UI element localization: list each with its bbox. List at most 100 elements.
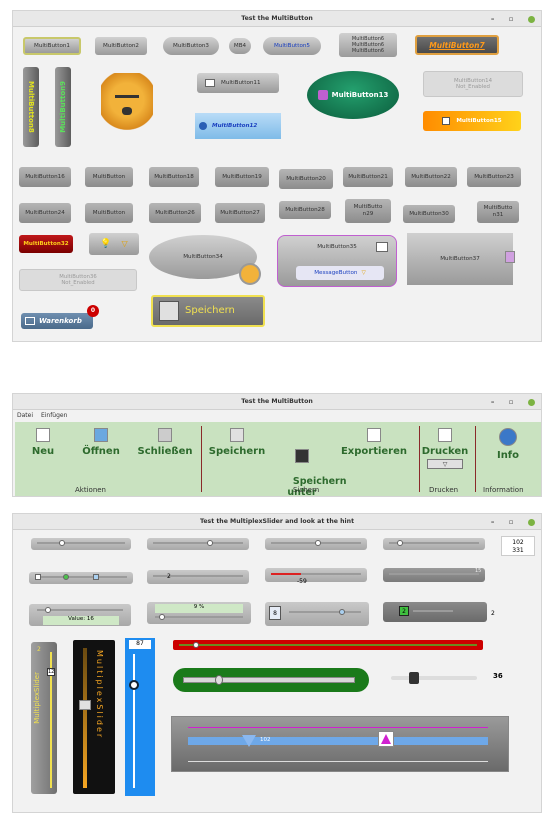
close-icon[interactable] [528,518,535,526]
speichern-button[interactable]: Speichern [151,295,265,327]
multibutton6[interactable]: MultiButton6 MultiButton6 MultiButton6 [339,33,397,57]
slider-knob-green[interactable] [63,574,69,580]
multibutton35-container[interactable]: MultiButton35 MessageButton ▽ [277,235,397,287]
ribbon-info[interactable]: Info [481,428,535,461]
slider-knob-square-blue[interactable] [93,574,99,580]
window-controls[interactable]: – ▫ [491,514,535,530]
multibutton25[interactable]: MultiButton [85,203,133,223]
multibutton23[interactable]: MultiButton23 [467,167,521,187]
slider-knob[interactable] [397,540,403,546]
slider-1[interactable] [31,538,131,550]
slider-15[interactable]: 15 [383,568,485,582]
tools-icon [317,90,328,100]
multibutton9-label: MultiButton9 [58,81,67,133]
multibutton22[interactable]: MultiButton22 [405,167,457,187]
multibutton37[interactable]: MultiButton37 [407,233,515,285]
ticked-slider[interactable]: 2 [147,570,249,584]
slider-knob[interactable] [45,607,51,613]
multibutton3[interactable]: MultiButton3 [163,37,219,55]
mb4-button[interactable]: MB4 [229,38,251,54]
range-slider[interactable] [29,572,133,584]
value-slider[interactable]: Value: 16 [29,604,131,626]
triangle-knob-up[interactable] [378,731,394,747]
multibutton15[interactable]: MultiButton15 [423,111,521,131]
multibutton1[interactable]: MultiButton1 [23,37,81,55]
slider-2[interactable] [147,538,249,550]
vertical-multiplexslider-1[interactable]: MultiplexSlider 2 12 [31,642,57,794]
multibutton7[interactable]: MultiButton7 [415,35,499,55]
ribbon-drucken[interactable]: Drucken ▽ [421,428,469,469]
multibutton19[interactable]: MultiButton19 [215,167,269,187]
cheetah-small-icon [239,263,261,285]
vertical-slider-knob[interactable] [79,700,91,710]
multibutton30[interactable]: MultiButton30 [403,205,455,223]
close-icon[interactable] [528,398,535,406]
menu-datei[interactable]: Datei [17,412,33,419]
lightbulb-multibutton[interactable]: 💡 ▽ [89,233,139,255]
slider-value-box: 8 [269,606,281,620]
triangle-up-icon [381,734,391,744]
multibutton9[interactable]: MultiButton9 [55,67,71,147]
multiplexslider-window: Test the MultiplexSlider and look at the… [12,513,542,813]
ribbon-oeffnen[interactable]: Öffnen [73,428,129,457]
slider-knob[interactable] [315,540,321,546]
percent-slider[interactable]: 9 % [147,602,251,624]
multibutton2[interactable]: MultiButton2 [95,37,147,55]
multibutton31[interactable]: MultiButto n31 [477,201,519,223]
ribbon-speichern[interactable]: Speichern [203,428,271,457]
multibutton36-disabled: MultiButton36 Not_Enabled [19,269,137,291]
multibutton17[interactable]: MultiButton [85,167,133,187]
green-pill-slider[interactable] [173,668,369,692]
slider-3[interactable] [265,538,367,550]
new-document-icon [36,428,50,442]
multibutton28[interactable]: MultiButton28 [279,201,331,219]
vertical-multiplexslider-2[interactable]: MultiplexSlider [73,640,115,794]
slider-4[interactable] [383,538,485,550]
dotted-slider[interactable]: -59 [265,568,367,585]
ribbon-exportieren[interactable]: Exportieren [335,428,413,457]
multibutton16[interactable]: MultiButton16 [19,167,71,187]
slider-knob[interactable] [59,540,65,546]
multibutton5[interactable]: MultiButton5 [263,37,321,55]
window-controls[interactable]: – ▫ [491,11,535,27]
drucken-dropdown-button[interactable]: ▽ [427,459,463,469]
multibutton29[interactable]: MultiButto n29 [345,199,391,223]
red-slider[interactable] [173,640,483,650]
speichern-label: Speichern [185,305,235,316]
multibutton21[interactable]: MultiButton21 [343,167,393,187]
red-slider-knob[interactable] [193,642,199,648]
ribbon-schliessen[interactable]: Schließen [133,428,197,457]
triangle-knob-down[interactable] [242,735,256,747]
cheetah-icon[interactable] [101,73,153,133]
multibutton26[interactable]: MultiButton26 [149,203,201,223]
multibutton24[interactable]: MultiButton24 [19,203,71,223]
multiplex-slider-panel[interactable]: 102 [171,716,509,772]
slider-knob[interactable] [339,609,345,615]
menu-einfuegen[interactable]: Einfügen [41,412,67,419]
multibutton13[interactable]: MultiButton13 [307,71,399,119]
close-icon[interactable] [528,15,535,23]
slider-36-knob[interactable] [409,672,419,684]
vertical-blue-slider[interactable]: 87 [125,638,155,796]
boxed-slider[interactable]: 8 [265,602,369,626]
message-button[interactable]: MessageButton ▽ [296,266,384,280]
warenkorb-button[interactable]: Warenkorb 0 [21,305,99,329]
multibutton20[interactable]: MultiButton20 [279,169,333,189]
multibutton32[interactable]: MultiButton32 [19,235,73,253]
slider-knob[interactable] [159,614,165,620]
ribbon-neu[interactable]: Neu [23,428,63,457]
green-slider-knob[interactable] [215,675,223,685]
slider-36[interactable] [391,672,477,684]
slider-knob-square[interactable] [35,574,41,580]
window-controls[interactable]: – ▫ [491,394,535,410]
multibutton27[interactable]: MultiButton27 [215,203,265,223]
multibutton12[interactable]: MultiButton12 [195,113,281,139]
vertical-slider-knob[interactable] [129,680,139,690]
multibutton18[interactable]: MultiButton18 [149,167,199,187]
multibutton8[interactable]: MultiButton8 [23,67,39,147]
multibutton11[interactable]: MultiButton11 [197,73,279,93]
ribbon-oeffnen-label: Öffnen [82,446,120,457]
slider-knob[interactable] [207,540,213,546]
green-box-slider[interactable]: 2 [383,602,487,622]
slider-track [153,542,243,544]
